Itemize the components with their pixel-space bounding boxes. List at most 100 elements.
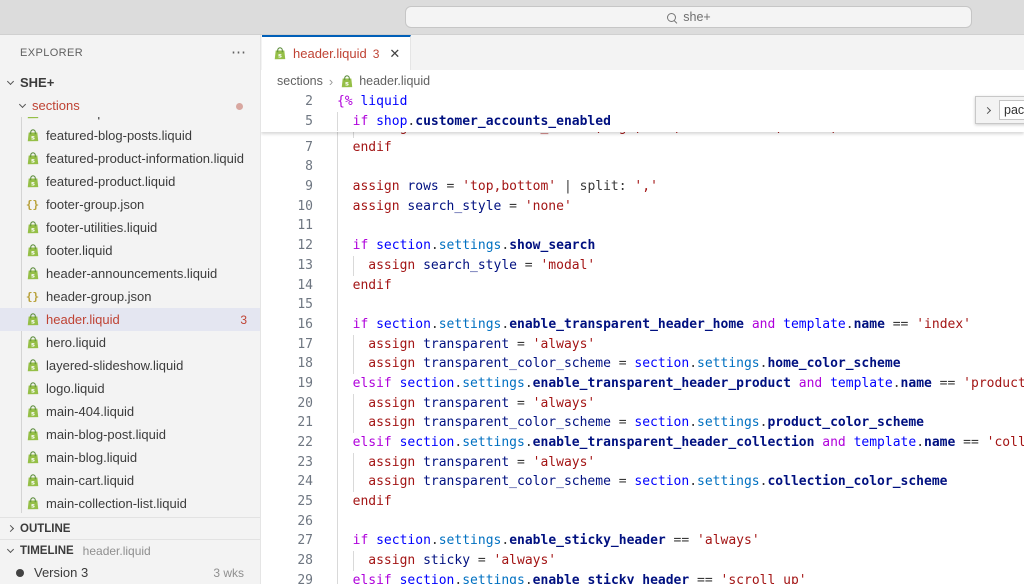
- code-line[interactable]: 19elsif section.settings.enable_transpar…: [261, 374, 1024, 394]
- file-tree: s divider.liquid s featured-blog-posts.l…: [0, 117, 260, 517]
- tab-bar: s header.liquid 3 ✕: [261, 35, 1024, 70]
- code-line[interactable]: 18 assign transparent_color_scheme = sect…: [261, 354, 1024, 374]
- line-number: 25: [261, 492, 313, 512]
- shopify-liquid-file-icon: s: [25, 128, 40, 143]
- code-line[interactable]: 12 if section.settings.show_search: [261, 236, 1024, 256]
- svg-text:s: s: [31, 386, 35, 394]
- code-line[interactable]: 5if shop.customer_accounts_enabled: [261, 112, 1024, 132]
- code-line[interactable]: 29elsif section.settings.enable_sticky_h…: [261, 571, 1024, 584]
- svg-text:s: s: [31, 340, 35, 348]
- code-line[interactable]: 25endif: [261, 492, 1024, 512]
- file-tree-item[interactable]: s footer-utilities.liquid: [0, 216, 260, 239]
- svg-text:s: s: [278, 51, 282, 59]
- shopify-liquid-file-icon: s: [25, 243, 40, 258]
- code-line[interactable]: 2{% liquid: [261, 92, 1024, 112]
- file-name: main-blog-post.liquid: [46, 427, 166, 442]
- code-text: assign sticky = 'always': [337, 553, 556, 568]
- folder-label: sections: [32, 98, 80, 113]
- chevron-right-icon: [7, 525, 14, 532]
- tab-header-liquid[interactable]: s header.liquid 3 ✕: [262, 35, 411, 70]
- file-tree-item[interactable]: s featured-product-information.liquid: [0, 147, 260, 170]
- code-line[interactable]: 20assign transparent = 'always': [261, 394, 1024, 414]
- file-tree-item[interactable]: s divider.liquid: [0, 117, 260, 124]
- timeline-item-version[interactable]: Version 3 3 wks: [0, 561, 260, 584]
- command-center-search[interactable]: she+: [405, 6, 972, 28]
- file-tree-item[interactable]: s main-404.liquid: [0, 400, 260, 423]
- file-tree-item[interactable]: s header.liquid 3: [0, 308, 260, 331]
- shopify-bag-icon: s: [26, 381, 40, 396]
- code-line[interactable]: 10assign search_style = 'none': [261, 197, 1024, 217]
- code-line[interactable]: 24assign transparent_color_scheme = sect…: [261, 472, 1024, 492]
- outline-title: OUTLINE: [20, 523, 70, 535]
- line-number: 12: [261, 236, 313, 256]
- code-line[interactable]: 8: [261, 157, 1024, 177]
- svg-text:s: s: [31, 156, 35, 164]
- file-tree-item[interactable]: s header-announcements.liquid: [0, 262, 260, 285]
- outline-panel-header[interactable]: OUTLINE: [0, 517, 260, 539]
- file-tree-item[interactable]: s layered-slideshow.liquid: [0, 354, 260, 377]
- breadcrumb-file[interactable]: s header.liquid: [339, 74, 430, 89]
- code-line[interactable]: 7endif: [261, 138, 1024, 158]
- toggle-replace-icon[interactable]: [980, 100, 994, 120]
- file-tree-item[interactable]: {} header-group.json: [0, 285, 260, 308]
- shopify-bag-icon: s: [26, 266, 40, 281]
- file-name: divider.liquid: [46, 117, 118, 120]
- code-text: assign search_style = 'modal': [337, 258, 595, 273]
- explorer-more-actions-icon[interactable]: ⋯: [231, 48, 246, 58]
- code-text: endif: [337, 278, 392, 293]
- code-line[interactable]: 17assign transparent = 'always': [261, 335, 1024, 355]
- code-text: if shop.customer_accounts_enabled: [337, 114, 611, 129]
- code-line[interactable]: 22elsif section.settings.enable_transpar…: [261, 433, 1024, 453]
- svg-text:s: s: [31, 117, 35, 118]
- code-line[interactable]: 15: [261, 295, 1024, 315]
- command-center-text: she+: [683, 10, 710, 24]
- file-name: header-announcements.liquid: [46, 266, 217, 281]
- file-tree-item[interactable]: s main-blog-post.liquid: [0, 423, 260, 446]
- file-tree-item[interactable]: s featured-product.liquid: [0, 170, 260, 193]
- line-number: 21: [261, 413, 313, 433]
- code-text: elsif section.settings.enable_transparen…: [337, 376, 1024, 391]
- code-line[interactable]: 9assign rows = 'top,bottom' | split: ',': [261, 177, 1024, 197]
- line-number: 14: [261, 276, 313, 296]
- code-line[interactable]: 26: [261, 512, 1024, 532]
- file-name: main-404.liquid: [46, 404, 134, 419]
- code-line[interactable]: 28assign sticky = 'always': [261, 551, 1024, 571]
- find-input[interactable]: [999, 100, 1024, 120]
- file-tree-item[interactable]: s footer.liquid: [0, 239, 260, 262]
- code-text: if section.settings.show_search: [337, 238, 595, 253]
- code-line[interactable]: 16if section.settings.enable_transparent…: [261, 315, 1024, 335]
- file-tree-item[interactable]: s hero.liquid: [0, 331, 260, 354]
- file-tree-item[interactable]: s main-collection-list.liquid: [0, 492, 260, 515]
- code-line[interactable]: 14 endif: [261, 276, 1024, 296]
- code-editor[interactable]: 6assign order = 'drawer_search,logo,menu…: [261, 92, 1024, 584]
- timeline-panel-header[interactable]: TIMELINE header.liquid: [0, 539, 260, 561]
- code-text: if section.settings.enable_transparent_h…: [337, 317, 971, 332]
- breadcrumb-folder[interactable]: sections: [277, 74, 323, 88]
- line-number: 27: [261, 531, 313, 551]
- shopify-bag-icon: s: [26, 473, 40, 488]
- tree-folder-sections[interactable]: sections: [0, 94, 260, 117]
- code-text: assign search_style = 'none': [337, 199, 572, 214]
- file-tree-item[interactable]: {} footer-group.json: [0, 193, 260, 216]
- code-line[interactable]: 23assign transparent = 'always': [261, 453, 1024, 473]
- shopify-bag-icon: s: [26, 404, 40, 419]
- close-icon[interactable]: ✕: [389, 46, 400, 62]
- code-line[interactable]: 11: [261, 216, 1024, 236]
- code-text: assign transparent_color_scheme = sectio…: [337, 356, 901, 371]
- code-line[interactable]: 21 assign transparent_color_scheme = sect…: [261, 413, 1024, 433]
- file-tree-item[interactable]: s main-cart.liquid: [0, 469, 260, 492]
- code-text: assign transparent_color_scheme = sectio…: [337, 415, 924, 430]
- tree-root-folder[interactable]: SHE+: [0, 71, 260, 94]
- breadcrumb-file-label: header.liquid: [359, 74, 430, 88]
- shopify-bag-icon: s: [26, 312, 40, 327]
- file-tree-item[interactable]: s main-blog.liquid: [0, 446, 260, 469]
- file-tree-item[interactable]: s featured-blog-posts.liquid: [0, 124, 260, 147]
- line-number: 18: [261, 354, 313, 374]
- line-number: 8: [261, 157, 313, 177]
- code-line[interactable]: 27if section.settings.enable_sticky_head…: [261, 531, 1024, 551]
- file-name: header-group.json: [46, 289, 152, 304]
- code-line[interactable]: 13assign search_style = 'modal': [261, 256, 1024, 276]
- shopify-bag-icon: s: [26, 496, 40, 511]
- breadcrumb: sections › s header.liquid: [261, 70, 1024, 92]
- file-tree-item[interactable]: s logo.liquid: [0, 377, 260, 400]
